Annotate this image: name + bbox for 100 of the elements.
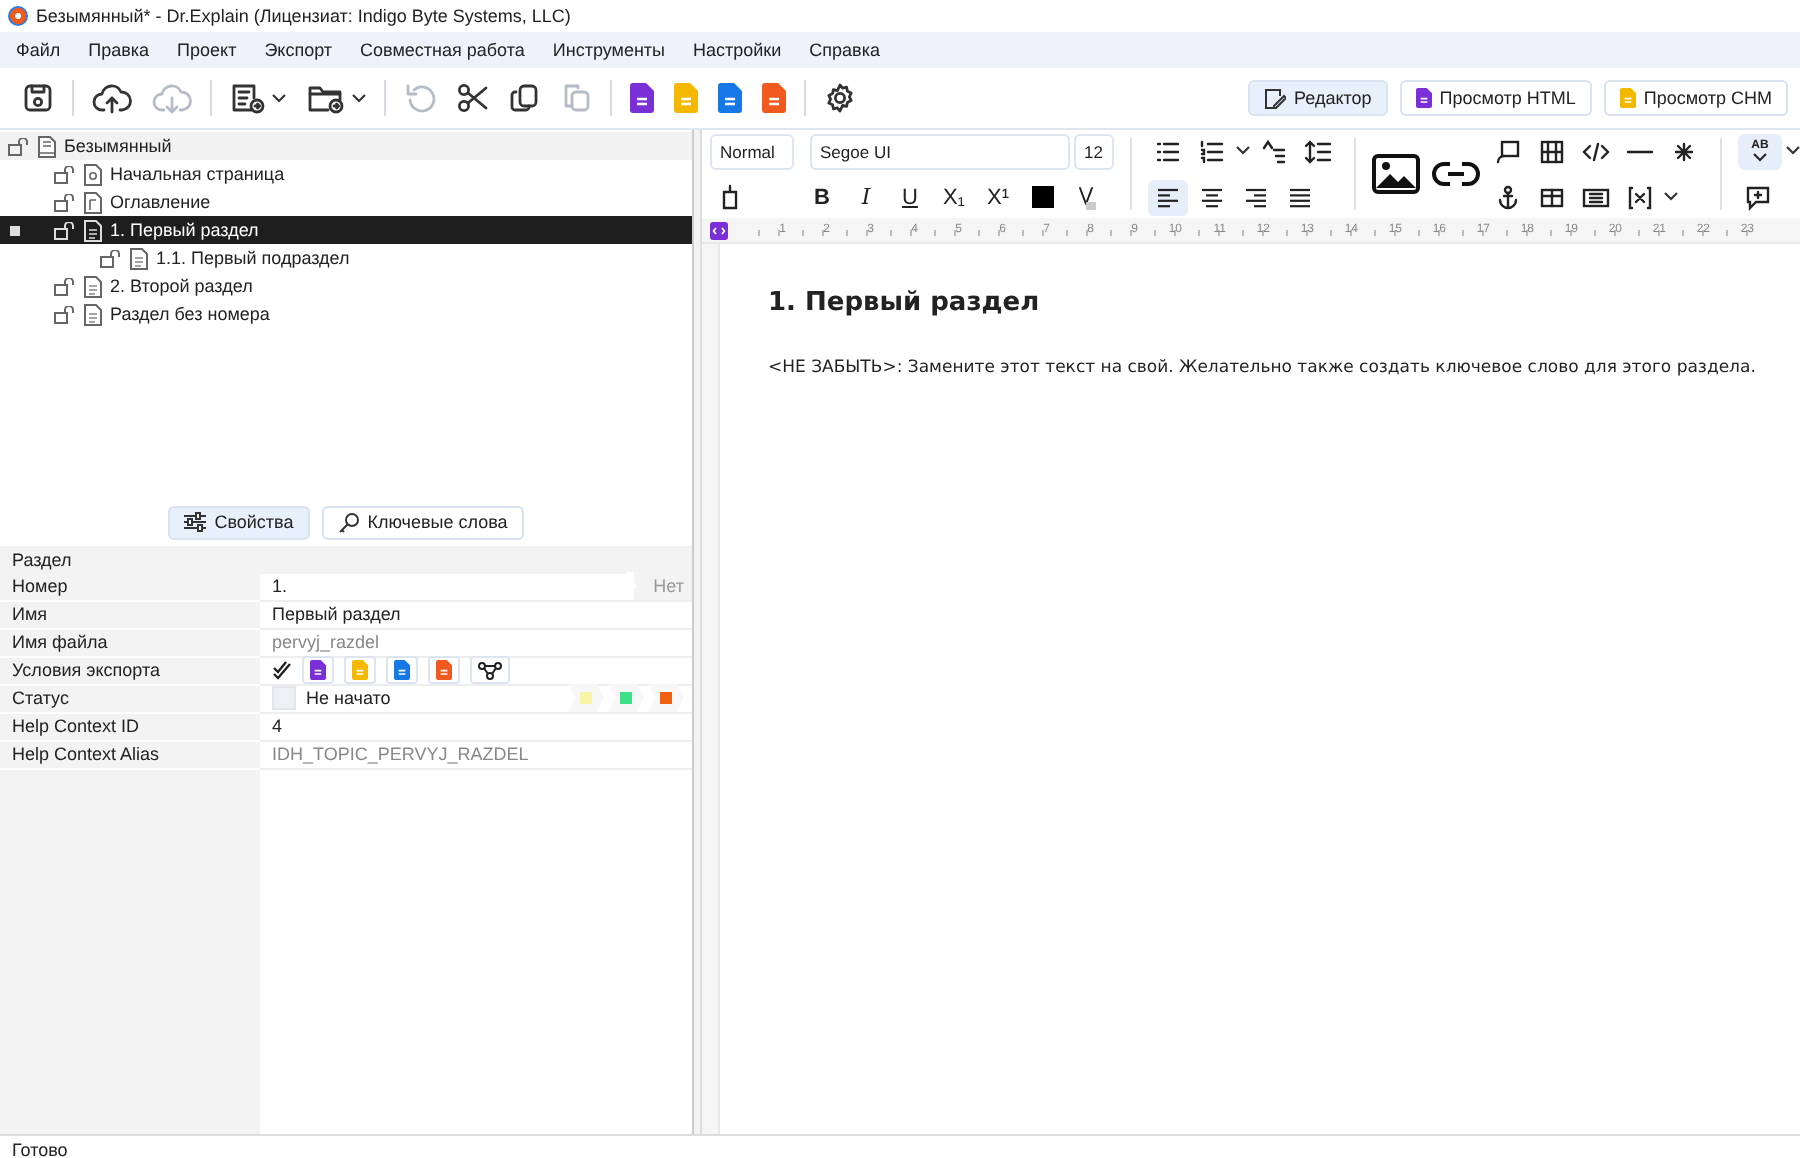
nodes-icon (478, 661, 502, 679)
page-icon (130, 247, 148, 269)
align-icon (1153, 183, 1182, 211)
style-dropdown[interactable]: Normal (710, 133, 794, 169)
cloud-download-icon (152, 82, 192, 114)
export-toggle[interactable] (344, 656, 376, 684)
tree-item[interactable]: Оглавление (0, 188, 692, 216)
align-icon (1285, 183, 1314, 211)
unlocked-lock-icon (54, 221, 76, 239)
tree-item[interactable]: Безымянный (0, 132, 692, 160)
file-icon (352, 660, 368, 680)
window-title: Безымянный* - Dr.Explain (Лицензиат: Indigo Byte Systems, LLC) (36, 6, 571, 26)
unlocked-lock-icon (54, 277, 76, 295)
font-field[interactable]: Segoe UI (810, 133, 1070, 169)
property-label: Условия экспорта (0, 657, 260, 685)
caret-icon[interactable] (352, 93, 366, 103)
unlocked-lock-icon (54, 305, 76, 323)
tree-item[interactable]: 2. Второй раздел (0, 272, 692, 300)
document-heading: 1. Первый раздел (768, 288, 1042, 318)
pdf-file-icon (762, 82, 786, 114)
menu-item[interactable]: Файл (8, 40, 81, 60)
align-button[interactable] (1147, 179, 1188, 215)
section-header: Раздел (0, 545, 692, 573)
property-value: 1. (272, 576, 288, 596)
code-file-icon (630, 82, 654, 114)
file-icon (394, 660, 410, 680)
unlocked-lock-icon (54, 193, 76, 211)
property-label: Статус (0, 685, 260, 713)
save-icon (22, 82, 54, 114)
text-style-button[interactable]: I (846, 179, 886, 215)
status-checkbox[interactable] (272, 686, 296, 710)
file-icon (310, 660, 326, 680)
undo-icon (404, 82, 436, 114)
panel-tab[interactable]: Ключевые слова (321, 505, 524, 539)
unlocked-lock-icon (100, 249, 122, 267)
text-style-button[interactable]: X¹ (978, 179, 1018, 215)
pencil-page-icon (1264, 87, 1287, 109)
text-style-button[interactable]: X₁ (934, 179, 974, 215)
copy-icon (508, 82, 540, 114)
menu-item[interactable]: Проект (169, 40, 257, 60)
selection-marker-icon (10, 225, 20, 235)
caret-icon[interactable] (1235, 146, 1250, 156)
caret-icon[interactable] (1786, 146, 1800, 156)
status-text: Готово (0, 1134, 1800, 1158)
text-style-button[interactable]: U (890, 179, 930, 215)
caret-icon[interactable] (272, 93, 286, 103)
property-tag: Нет (625, 572, 692, 600)
view-tab[interactable]: Редактор (1248, 80, 1388, 116)
settings-icon (824, 82, 856, 114)
file-icon (1619, 88, 1636, 108)
page-icon (84, 303, 102, 325)
panel-tab[interactable]: Свойства (168, 505, 310, 539)
graph-toggle[interactable] (470, 656, 510, 684)
page-icon (38, 135, 56, 157)
menu-item[interactable]: Настройки (685, 40, 802, 60)
tree-item[interactable]: Раздел без номера (0, 300, 692, 328)
unlocked-lock-icon (8, 137, 30, 155)
property-label: Имя файла (0, 629, 260, 657)
page-icon (84, 219, 102, 241)
tree-item[interactable]: 1. Первый раздел (0, 216, 692, 244)
property-label: Help Context ID (0, 713, 260, 741)
export-toggle[interactable] (386, 656, 418, 684)
align-icon (1197, 183, 1226, 211)
page-icon (84, 163, 102, 185)
align-icon (1241, 183, 1270, 211)
help-file-icon (674, 82, 698, 114)
view-tab[interactable]: Просмотр CHM (1603, 80, 1788, 116)
size-field[interactable]: 12 (1074, 133, 1114, 169)
tree-item[interactable]: Начальная страница (0, 160, 692, 188)
folder-add-icon (306, 82, 346, 114)
property-value: IDH_TOPIC_PERVYJ_RAZDEL (272, 744, 529, 764)
check-icon (1752, 152, 1768, 162)
view-tab[interactable]: Просмотр HTML (1399, 80, 1592, 116)
tree-item[interactable]: 1.1. Первый подраздел (0, 244, 692, 272)
export-toggle[interactable] (428, 656, 460, 684)
property-value: pervyj_razdel (272, 632, 380, 652)
menu-item[interactable]: Экспорт (256, 40, 353, 60)
unlocked-lock-icon (54, 165, 76, 183)
menu-item[interactable]: Правка (80, 40, 170, 60)
text-style-button[interactable]: B (802, 179, 842, 215)
app-logo-icon (8, 6, 28, 26)
menu-item[interactable]: Совместная работа (352, 40, 545, 60)
file-icon (436, 660, 452, 680)
page-icon (84, 275, 102, 297)
property-value: 4 (272, 716, 283, 736)
caret-icon[interactable] (1664, 192, 1679, 202)
double-check-icon[interactable] (272, 660, 292, 680)
word-file-icon (718, 82, 742, 114)
sliders-icon (184, 512, 207, 532)
export-toggle[interactable] (302, 656, 334, 684)
menu-item[interactable]: Инструменты (544, 40, 686, 60)
document-add-icon (230, 82, 266, 114)
cloud-upload-icon (92, 82, 132, 114)
key-icon (337, 511, 360, 533)
file-icon (1415, 88, 1432, 108)
property-label: Help Context Alias (0, 741, 260, 769)
code-view-icon[interactable] (710, 221, 728, 239)
scissors-icon (456, 82, 488, 114)
menu-item[interactable]: Справка (801, 40, 900, 60)
property-value: Не начато (306, 688, 391, 708)
